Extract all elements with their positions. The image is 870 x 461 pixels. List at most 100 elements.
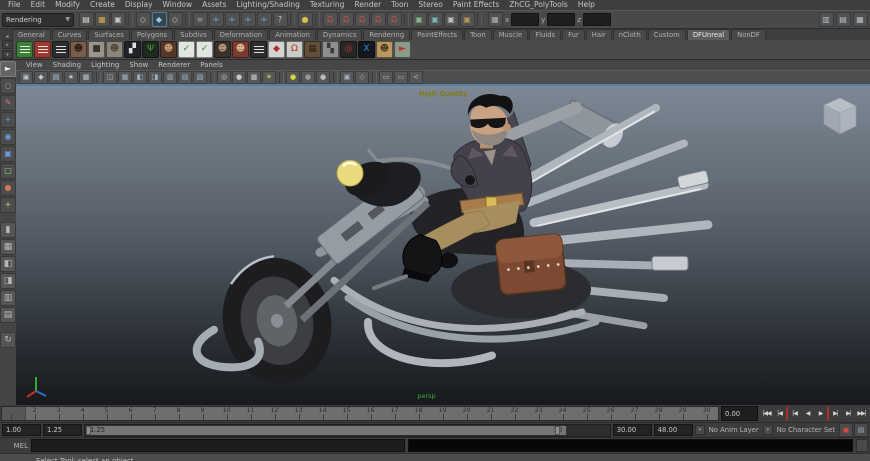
shelf-tab-rendering[interactable]: Rendering: [363, 29, 410, 40]
shelf-tab-nondf[interactable]: NonDF: [731, 29, 766, 40]
four-pane-layout-button[interactable]: ▦: [0, 239, 16, 255]
menu-zhcg-polytools[interactable]: ZhCG_PolyTools: [504, 0, 573, 10]
export-mesh-button[interactable]: [52, 41, 69, 58]
menu-edit[interactable]: Edit: [26, 0, 51, 10]
menu-lighting-shading[interactable]: Lighting/Shading: [232, 0, 305, 10]
export-anim-button[interactable]: [34, 41, 51, 58]
shelf-tab-switcher-button[interactable]: ▸: [2, 40, 13, 49]
soft-modification-tool[interactable]: ●: [0, 180, 16, 196]
default-material-dot-icon[interactable]: ●: [286, 71, 300, 84]
check-in-button[interactable]: ✓: [196, 41, 213, 58]
smooth-shade-icon[interactable]: ●: [232, 71, 246, 84]
menu-window[interactable]: Window: [158, 0, 198, 10]
viewport-3d[interactable]: High Quality persp: [16, 84, 870, 405]
current-time-field[interactable]: 0.00: [721, 406, 758, 421]
move-tool[interactable]: +: [0, 112, 16, 128]
magnet-icon[interactable]: Ω: [286, 41, 303, 58]
mask-joints-icon[interactable]: +: [225, 12, 240, 27]
export-rig-button[interactable]: [16, 41, 33, 58]
shelf-tab-custom[interactable]: Custom: [648, 29, 686, 40]
step-back-key-button[interactable]: |◀: [786, 407, 801, 420]
shelf-tab-polygons[interactable]: Polygons: [131, 29, 173, 40]
absolute-transform-icon[interactable]: ▦: [488, 12, 503, 27]
go-to-end-button[interactable]: ▶▶|: [855, 407, 868, 420]
menu-stereo[interactable]: Stereo: [413, 0, 447, 10]
shelf-tab-general[interactable]: General: [12, 29, 51, 40]
mask-handles-icon[interactable]: +: [209, 12, 224, 27]
shelf-tab-fluids[interactable]: Fluids: [529, 29, 561, 40]
play-backwards-button[interactable]: ◀: [801, 407, 814, 420]
four-panes-icon[interactable]: ▦: [118, 71, 132, 84]
shelf-tab-hair[interactable]: Hair: [586, 29, 612, 40]
bookmark-icon[interactable]: ★: [64, 71, 78, 84]
snap-to-points-icon[interactable]: Ω: [355, 12, 370, 27]
resolution-gate-icon[interactable]: ▭: [379, 71, 393, 84]
menu-toon[interactable]: Toon: [386, 0, 413, 10]
panel-menu-panels[interactable]: Panels: [195, 61, 228, 69]
single-pane-layout-button[interactable]: ▮: [0, 222, 16, 238]
command-input[interactable]: [31, 439, 405, 452]
scale-tool[interactable]: ▣: [0, 146, 16, 162]
camera-select-icon[interactable]: ▣: [19, 71, 33, 84]
save-scene-icon[interactable]: ▣: [111, 12, 126, 27]
briefcase-icon[interactable]: ■: [88, 41, 105, 58]
new-scene-icon[interactable]: ▤: [79, 12, 94, 27]
shelf-tab-surfaces[interactable]: Surfaces: [88, 29, 129, 40]
z-coordinate-field[interactable]: [583, 13, 611, 26]
portrait-red-icon[interactable]: ☻: [232, 41, 249, 58]
blend-shape-icon[interactable]: ☻: [106, 41, 123, 58]
range-start-handle[interactable]: [86, 426, 91, 435]
multi-pane-layout-button[interactable]: ▤: [0, 307, 16, 323]
outliner-pane-icon[interactable]: ◨: [148, 71, 162, 84]
menu-file[interactable]: File: [3, 0, 26, 10]
playback-start-field[interactable]: 1.25: [43, 424, 82, 436]
panel-menu-lighting[interactable]: Lighting: [86, 61, 124, 69]
select-object-icon[interactable]: ◆: [152, 12, 167, 27]
auto-keyframe-button[interactable]: ●: [839, 423, 853, 437]
two-panes-icon[interactable]: ◫: [103, 71, 117, 84]
wireframe-icon[interactable]: ◎: [217, 71, 231, 84]
timeline-track[interactable]: 2345678910111213141516171819202122232425…: [1, 406, 719, 421]
playback-range-bar[interactable]: 1.25 30: [86, 426, 566, 435]
film-slate-icon[interactable]: ▞: [124, 41, 141, 58]
select-component-icon[interactable]: ◇: [168, 12, 183, 27]
white-red-tool-icon[interactable]: ◆: [268, 41, 285, 58]
shelf-tab-deformation[interactable]: Deformation: [214, 29, 268, 40]
shelf-tab-arrow-button[interactable]: ◂: [2, 33, 12, 40]
panel-menu-renderer[interactable]: Renderer: [153, 61, 195, 69]
step-back-frame-button[interactable]: |◀: [773, 407, 786, 420]
shelf-tab-painteffects[interactable]: PaintEffects: [411, 29, 463, 40]
shelf-tab-animation[interactable]: Animation: [269, 29, 316, 40]
anim-layer-label[interactable]: No Anim Layer: [707, 426, 761, 434]
y-coordinate-field[interactable]: [547, 13, 575, 26]
panel-menu-view[interactable]: View: [21, 61, 48, 69]
mask-help-icon[interactable]: ?: [273, 12, 288, 27]
character-photo-icon[interactable]: ☻: [70, 41, 87, 58]
panel-menu-shading[interactable]: Shading: [48, 61, 86, 69]
hat-character-icon[interactable]: ☻: [376, 41, 393, 58]
ipr-render-icon[interactable]: ▣: [460, 12, 475, 27]
open-scene-icon[interactable]: ▦: [95, 12, 110, 27]
textured-icon[interactable]: ▩: [247, 71, 261, 84]
range-end-handle[interactable]: [555, 426, 560, 435]
image-plane-icon[interactable]: ▦: [79, 71, 93, 84]
snap-to-view-planes-icon[interactable]: Ω: [371, 12, 386, 27]
shelf-menu-button[interactable]: ▾: [2, 50, 13, 59]
persp-outliner-layout-button[interactable]: ◧: [0, 256, 16, 272]
script-pane-icon[interactable]: ▧: [193, 71, 207, 84]
animation-start-field[interactable]: 1.00: [2, 424, 41, 436]
persp-graph-layout-button[interactable]: ◨: [0, 273, 16, 289]
render-current-frame-icon[interactable]: ▣: [444, 12, 459, 27]
pane-layout-icon[interactable]: ◧: [133, 71, 147, 84]
current-frame-indicator[interactable]: [2, 407, 26, 420]
view-cube[interactable]: [814, 92, 862, 140]
checker-sphere-icon[interactable]: ▚: [322, 41, 339, 58]
shelf-tab-dynamics[interactable]: Dynamics: [317, 29, 363, 40]
range-slider-track[interactable]: 1.25 30: [84, 424, 611, 437]
camera-attributes-icon[interactable]: ▤: [49, 71, 63, 84]
select-hierarchy-icon[interactable]: ◇: [136, 12, 151, 27]
xray-icon[interactable]: ◇: [355, 71, 369, 84]
check-create-button[interactable]: ✓: [178, 41, 195, 58]
shelf-tab-toon[interactable]: Toon: [464, 29, 492, 40]
x-coordinate-field[interactable]: [511, 13, 539, 26]
